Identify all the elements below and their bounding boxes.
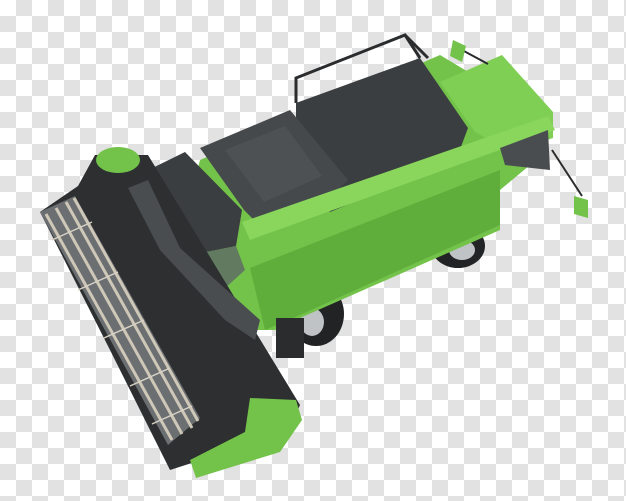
access-ladder [276, 318, 304, 358]
right-mirror [551, 149, 588, 218]
combine-harvester-illustration [40, 33, 588, 478]
transparent-checkerboard-background [0, 0, 626, 501]
mirror-arm [461, 49, 489, 65]
mirror-glass [574, 196, 588, 218]
left-mirror [450, 40, 489, 65]
header-left-cap [96, 147, 140, 173]
mirror-arm [551, 149, 583, 197]
mirror-glass [450, 40, 466, 62]
